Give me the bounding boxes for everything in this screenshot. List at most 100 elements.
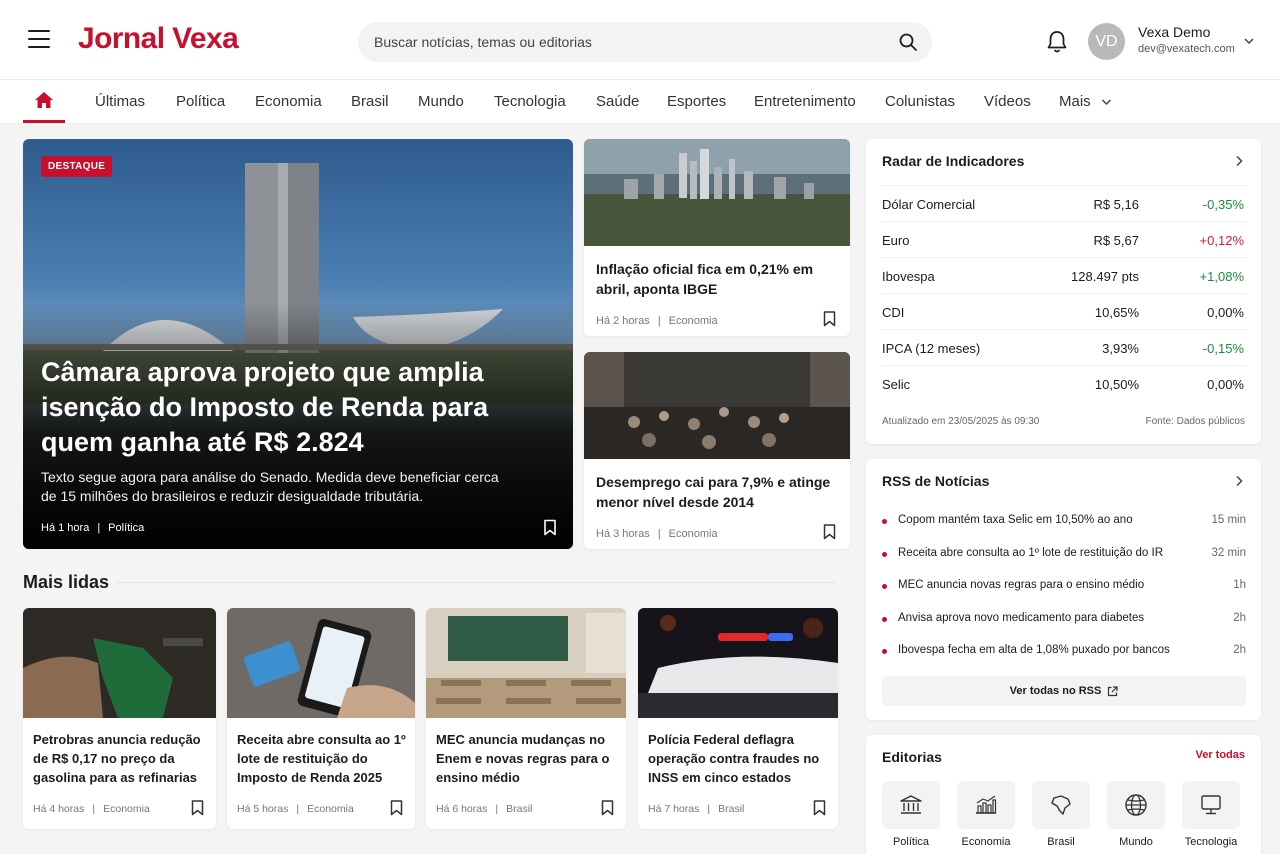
rss-item-time: 32 min [1211,546,1246,559]
view-all-editorias-link[interactable]: Ver todas [1195,749,1245,761]
section-title-most-read: Mais lidas [23,572,110,592]
view-all-rss-button[interactable]: Ver todas no RSS [882,676,1246,706]
bullet-dot-icon [882,551,887,557]
indicator-change: +0,12% [1199,233,1244,248]
bookmark-icon[interactable] [543,519,557,536]
bookmark-icon[interactable] [823,524,836,540]
bullet-dot-icon [882,649,887,654]
side-story-card[interactable]: Desemprego cai para 7,9% e atinge menor … [584,352,850,549]
panel-title: RSS de Notícias [882,473,990,489]
story-meta: Há 4 horas | Economia [33,803,150,815]
story-time: Há 7 horas [648,803,700,815]
indicator-row[interactable]: Selic 10,50% 0,00% [882,365,1246,401]
avatar[interactable]: VD [1088,23,1125,60]
bookmark-icon[interactable] [813,800,826,816]
indicator-row[interactable]: Euro R$ 5,67 +0,12% [882,221,1246,257]
nav-mais[interactable]: Mais [1059,93,1112,110]
indicator-row[interactable]: IPCA (12 meses) 3,93% -0,15% [882,329,1246,365]
story-category[interactable]: Economia [103,803,150,815]
nav-economia[interactable]: Economia [255,93,322,110]
most-read-card[interactable]: Petrobras anuncia redução de R$ 0,17 no … [23,608,216,829]
nav-entretenimento[interactable]: Entretenimento [754,93,856,110]
story-category[interactable]: Brasil [506,803,532,815]
story-image [584,139,850,246]
story-category[interactable]: Brasil [718,803,744,815]
search-input[interactable] [374,22,874,62]
indicator-value: 10,50% [1094,377,1139,392]
story-time: Há 4 horas [33,803,85,815]
story-title[interactable]: MEC anuncia mudanças no Enem e novas reg… [436,730,616,787]
user-name[interactable]: Vexa Demo [1138,24,1210,40]
story-title[interactable]: Polícia Federal deflagra operação contra… [648,730,828,787]
nav-ultimas[interactable]: Últimas [95,93,145,110]
site-logo[interactable]: Jornal Vexa [78,22,239,56]
most-read-card[interactable]: MEC anuncia mudanças no Enem e novas reg… [426,608,626,829]
story-category[interactable]: Economia [669,528,718,540]
nav-home[interactable] [23,80,65,123]
nav-saude[interactable]: Saúde [596,93,639,110]
chevron-right-icon[interactable] [1235,155,1243,167]
nav-tecnologia[interactable]: Tecnologia [494,93,566,110]
nav-mundo[interactable]: Mundo [418,93,464,110]
nav-esportes[interactable]: Esportes [667,93,726,110]
story-title[interactable]: Inflação oficial fica em 0,21% em abril,… [596,259,836,299]
nav-brasil[interactable]: Brasil [351,93,389,110]
bullet-dot-icon [882,519,887,524]
rss-item-text: Anvisa aprova novo medicamento para diab… [898,611,1145,624]
editoria-label: Brasil [1047,836,1075,848]
side-story-card[interactable]: Inflação oficial fica em 0,21% em abril,… [584,139,850,336]
story-title[interactable]: Petrobras anuncia redução de R$ 0,17 no … [33,730,208,787]
bookmark-icon[interactable] [390,800,403,816]
nav-colunistas[interactable]: Colunistas [885,93,955,110]
indicator-name: CDI [882,305,905,320]
chevron-right-icon[interactable] [1235,475,1243,487]
search-icon[interactable] [898,32,918,52]
editoria-mundo[interactable]: Mundo [1107,781,1165,848]
globe-icon [1125,794,1147,816]
hero-title[interactable]: Câmara aprova projeto que amplia isenção… [41,355,541,460]
user-email: dev@vexatech.com [1138,43,1235,55]
story-time: Há 5 horas [237,803,289,815]
indicator-change: +1,08% [1199,269,1244,284]
indicator-row[interactable]: Dólar Comercial R$ 5,16 -0,35% [882,185,1246,221]
story-image [227,608,415,718]
hero-meta: Há 1 hora | Política [41,522,145,534]
hero-story[interactable]: DESTAQUE Câmara aprova projeto que ampli… [23,139,573,549]
indicators-source: Fonte: Dados públicos [1145,416,1245,427]
indicator-value: 10,65% [1094,305,1139,320]
bell-icon[interactable] [1046,30,1068,54]
hero-category[interactable]: Política [108,522,144,534]
editoria-label: Tecnologia [1184,836,1238,848]
most-read-card[interactable]: Receita abre consulta ao 1º lote de rest… [227,608,415,829]
editoria-politica[interactable]: Política [882,781,940,848]
indicator-row[interactable]: Ibovespa 128.497 pts +1,08% [882,257,1246,293]
rss-item-text: Receita abre consulta ao 1º lote de rest… [898,546,1164,559]
brazil-map-icon [1051,795,1071,815]
rss-item-time: 2h [1233,644,1246,656]
search-bar[interactable] [358,22,932,62]
editoria-economia[interactable]: Economia [957,781,1015,848]
editoria-tecnologia[interactable]: Tecnologia [1182,781,1240,848]
nav-politica[interactable]: Política [176,93,225,110]
indicator-change: -0,35% [1202,197,1244,212]
nav-videos[interactable]: Vídeos [984,93,1031,110]
featured-badge: DESTAQUE [41,156,113,177]
story-image [584,352,850,459]
editoria-label: Mundo [1119,836,1153,848]
story-image [23,608,216,718]
most-read-card[interactable]: Polícia Federal deflagra operação contra… [638,608,838,829]
menu-icon[interactable] [28,30,50,50]
chevron-down-icon[interactable] [1243,36,1255,46]
indicator-value: 3,93% [1102,341,1139,356]
indicator-row[interactable]: CDI 10,65% 0,00% [882,293,1246,329]
story-title[interactable]: Desemprego cai para 7,9% e atinge menor … [596,472,836,512]
story-category[interactable]: Economia [307,803,354,815]
editoria-brasil[interactable]: Brasil [1032,781,1090,848]
bookmark-icon[interactable] [191,800,204,816]
bookmark-icon[interactable] [601,800,614,816]
story-category[interactable]: Economia [669,315,718,327]
bookmark-icon[interactable] [823,311,836,327]
story-title[interactable]: Receita abre consulta ao 1º lote de rest… [237,730,407,787]
panel-title: Editorias [882,749,942,765]
indicator-value: 128.497 pts [1071,269,1139,284]
